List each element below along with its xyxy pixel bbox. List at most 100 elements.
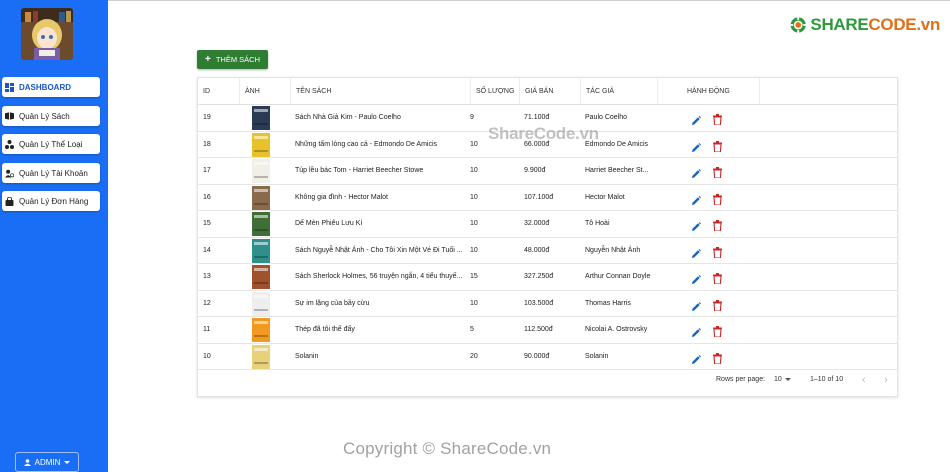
- delete-icon[interactable]: [713, 324, 722, 338]
- column-header-price[interactable]: GIÁ BÁN: [519, 78, 580, 105]
- column-header-actions[interactable]: HÀNH ĐỘNG: [657, 78, 759, 105]
- book-icon: [5, 112, 14, 121]
- previous-page-button[interactable]: ‹: [862, 374, 866, 386]
- delete-icon[interactable]: [713, 218, 722, 232]
- sidebar-item-label: Quản Lý Đơn Hàng: [19, 196, 89, 206]
- cell-id: 11: [203, 326, 211, 333]
- column-header-title[interactable]: TÊN SÁCH: [290, 78, 470, 105]
- avatar[interactable]: [21, 8, 73, 60]
- delete-icon[interactable]: [713, 245, 722, 259]
- sidebar-item-accounts[interactable]: Quản Lý Tài Khoản: [2, 163, 100, 183]
- cell-title: Túp lều bác Tom - Harriet Beecher Stowe: [295, 167, 424, 174]
- table-row[interactable]: 14 Sách Nguyễ Nhật Ánh - Cho Tôi Xin Một …: [198, 238, 897, 264]
- table-row[interactable]: 13 Sách Sherlock Holmes, 56 truyện ngắn, …: [198, 264, 897, 291]
- column-header-author[interactable]: TÁC GIẢ: [580, 78, 657, 105]
- users-icon: [5, 169, 14, 178]
- cell-price: 90.000đ: [524, 352, 550, 360]
- brand-logo: SHARECODE.vn: [790, 10, 940, 40]
- cell-id: 10: [203, 352, 211, 360]
- cell-id: 19: [203, 114, 211, 121]
- edit-icon[interactable]: [691, 352, 701, 364]
- edit-icon[interactable]: [691, 272, 701, 284]
- delete-icon[interactable]: [713, 165, 722, 179]
- book-cover-image: [249, 291, 273, 316]
- rows-per-page-select[interactable]: 10: [774, 376, 791, 383]
- cell-author: Harriet Beecher St...: [585, 167, 649, 174]
- edit-icon[interactable]: [691, 299, 701, 311]
- edit-icon[interactable]: [691, 193, 701, 205]
- cell-id: 16: [203, 193, 211, 201]
- rows-per-page-label: Rows per page:: [716, 376, 766, 383]
- delete-icon[interactable]: [713, 271, 722, 285]
- watermark-copyright: Copyright © ShareCode.vn: [343, 439, 552, 458]
- book-cover-image: [249, 212, 273, 236]
- cell-id: 15: [203, 220, 211, 227]
- delete-icon[interactable]: [713, 139, 722, 153]
- cell-title: Sách Nhà Giả Kim - Paulo Coelho: [295, 114, 401, 121]
- book-cover-image: [249, 159, 273, 183]
- delete-icon[interactable]: [713, 192, 722, 206]
- edit-icon[interactable]: [691, 166, 701, 178]
- book-cover-image: [249, 185, 273, 210]
- chevron-down-icon: [64, 460, 71, 464]
- book-cover-image: [249, 344, 273, 369]
- sharecode-logo-icon: [790, 16, 807, 34]
- sidebar-item-label: Quản Lý Sách: [19, 111, 70, 121]
- table-row[interactable]: 10 Solanin 20 90.000đ Solanin: [198, 344, 897, 370]
- cell-id: 18: [203, 140, 211, 148]
- edit-icon[interactable]: [691, 219, 701, 231]
- cell-id: 13: [203, 273, 211, 280]
- sidebar-item-books[interactable]: Quản Lý Sách: [2, 106, 100, 126]
- admin-menu-button[interactable]: ADMIN: [15, 452, 79, 472]
- cell-id: 17: [203, 167, 211, 174]
- edit-icon[interactable]: [691, 113, 701, 125]
- table-row[interactable]: 17 Túp lều bác Tom - Harriet Beecher Stow…: [198, 158, 897, 185]
- table-row[interactable]: 16 Không gia đình - Hector Malot 10 107.100…: [198, 185, 897, 211]
- top-divider: [108, 0, 950, 1]
- sidebar-item-categories[interactable]: Quản Lý Thể Loại: [2, 134, 100, 154]
- next-page-button[interactable]: ›: [884, 374, 888, 386]
- sidebar-item-label: Quản Lý Thể Loại: [19, 139, 83, 149]
- user-icon: [23, 458, 31, 466]
- edit-icon[interactable]: [691, 246, 701, 258]
- cell-title: Sách Sherlock Holmes, 56 truyện ngắn, 4 …: [295, 273, 463, 280]
- sidebar-item-dashboard[interactable]: DASHBOARD: [2, 77, 100, 97]
- plus-icon: +: [204, 53, 211, 65]
- sidebar-item-orders[interactable]: Quản Lý Đơn Hàng: [2, 191, 100, 211]
- admin-label: ADMIN: [34, 457, 61, 467]
- sidebar: DASHBOARD Quản Lý Sách Quản Lý Thể Loại …: [0, 0, 108, 472]
- cell-price: 112.500đ: [524, 326, 553, 333]
- cell-quantity: 15: [470, 273, 478, 280]
- pagination-range: 1–10 of 10: [810, 376, 844, 383]
- watermark-center: ShareCode.vn: [488, 124, 599, 143]
- cell-price: 327.250đ: [524, 273, 554, 280]
- table-pagination: Rows per page: 10 1–10 of 10 ‹ ›: [198, 371, 897, 395]
- edit-icon[interactable]: [691, 140, 701, 152]
- edit-icon[interactable]: [691, 325, 701, 337]
- chevron-down-icon: [784, 378, 791, 381]
- cell-title: Thép đã tôi thế đấy: [295, 326, 355, 333]
- cell-id: 14: [203, 246, 211, 254]
- book-cover-image: [249, 238, 273, 263]
- cell-price: 32.000đ: [524, 220, 550, 227]
- dashboard-icon: [5, 82, 14, 92]
- cell-quantity: 10: [470, 246, 478, 254]
- table-row[interactable]: 15 Dế Mèn Phiêu Lưu Kí 10 32.000đ Tô Hoài: [198, 211, 897, 238]
- column-header-quantity[interactable]: SỐ LƯỢNG: [470, 78, 519, 105]
- delete-icon[interactable]: [713, 298, 722, 312]
- brand-name: SHARECODE.vn: [810, 15, 940, 34]
- cell-quantity: 5: [470, 326, 474, 333]
- table-row[interactable]: 11 Thép đã tôi thế đấy 5 112.500đ Nicolai A.…: [198, 317, 897, 344]
- cell-author: Tô Hoài: [585, 220, 610, 227]
- cell-author: Thomas Harris: [585, 299, 631, 307]
- book-cover-image: [249, 106, 273, 130]
- table-row[interactable]: 12 Sự im lặng của bầy cừu 10 103.500đ Thomas…: [198, 291, 897, 317]
- cell-price: 107.100đ: [524, 193, 554, 201]
- add-book-button[interactable]: + THÊM SÁCH: [197, 50, 268, 69]
- column-header-id[interactable]: ID: [198, 78, 239, 105]
- cell-price: 48.000đ: [524, 246, 550, 254]
- delete-icon[interactable]: [713, 112, 722, 126]
- delete-icon[interactable]: [713, 351, 722, 365]
- cell-quantity: 20: [470, 352, 478, 360]
- column-header-image[interactable]: ẢNH: [239, 78, 290, 105]
